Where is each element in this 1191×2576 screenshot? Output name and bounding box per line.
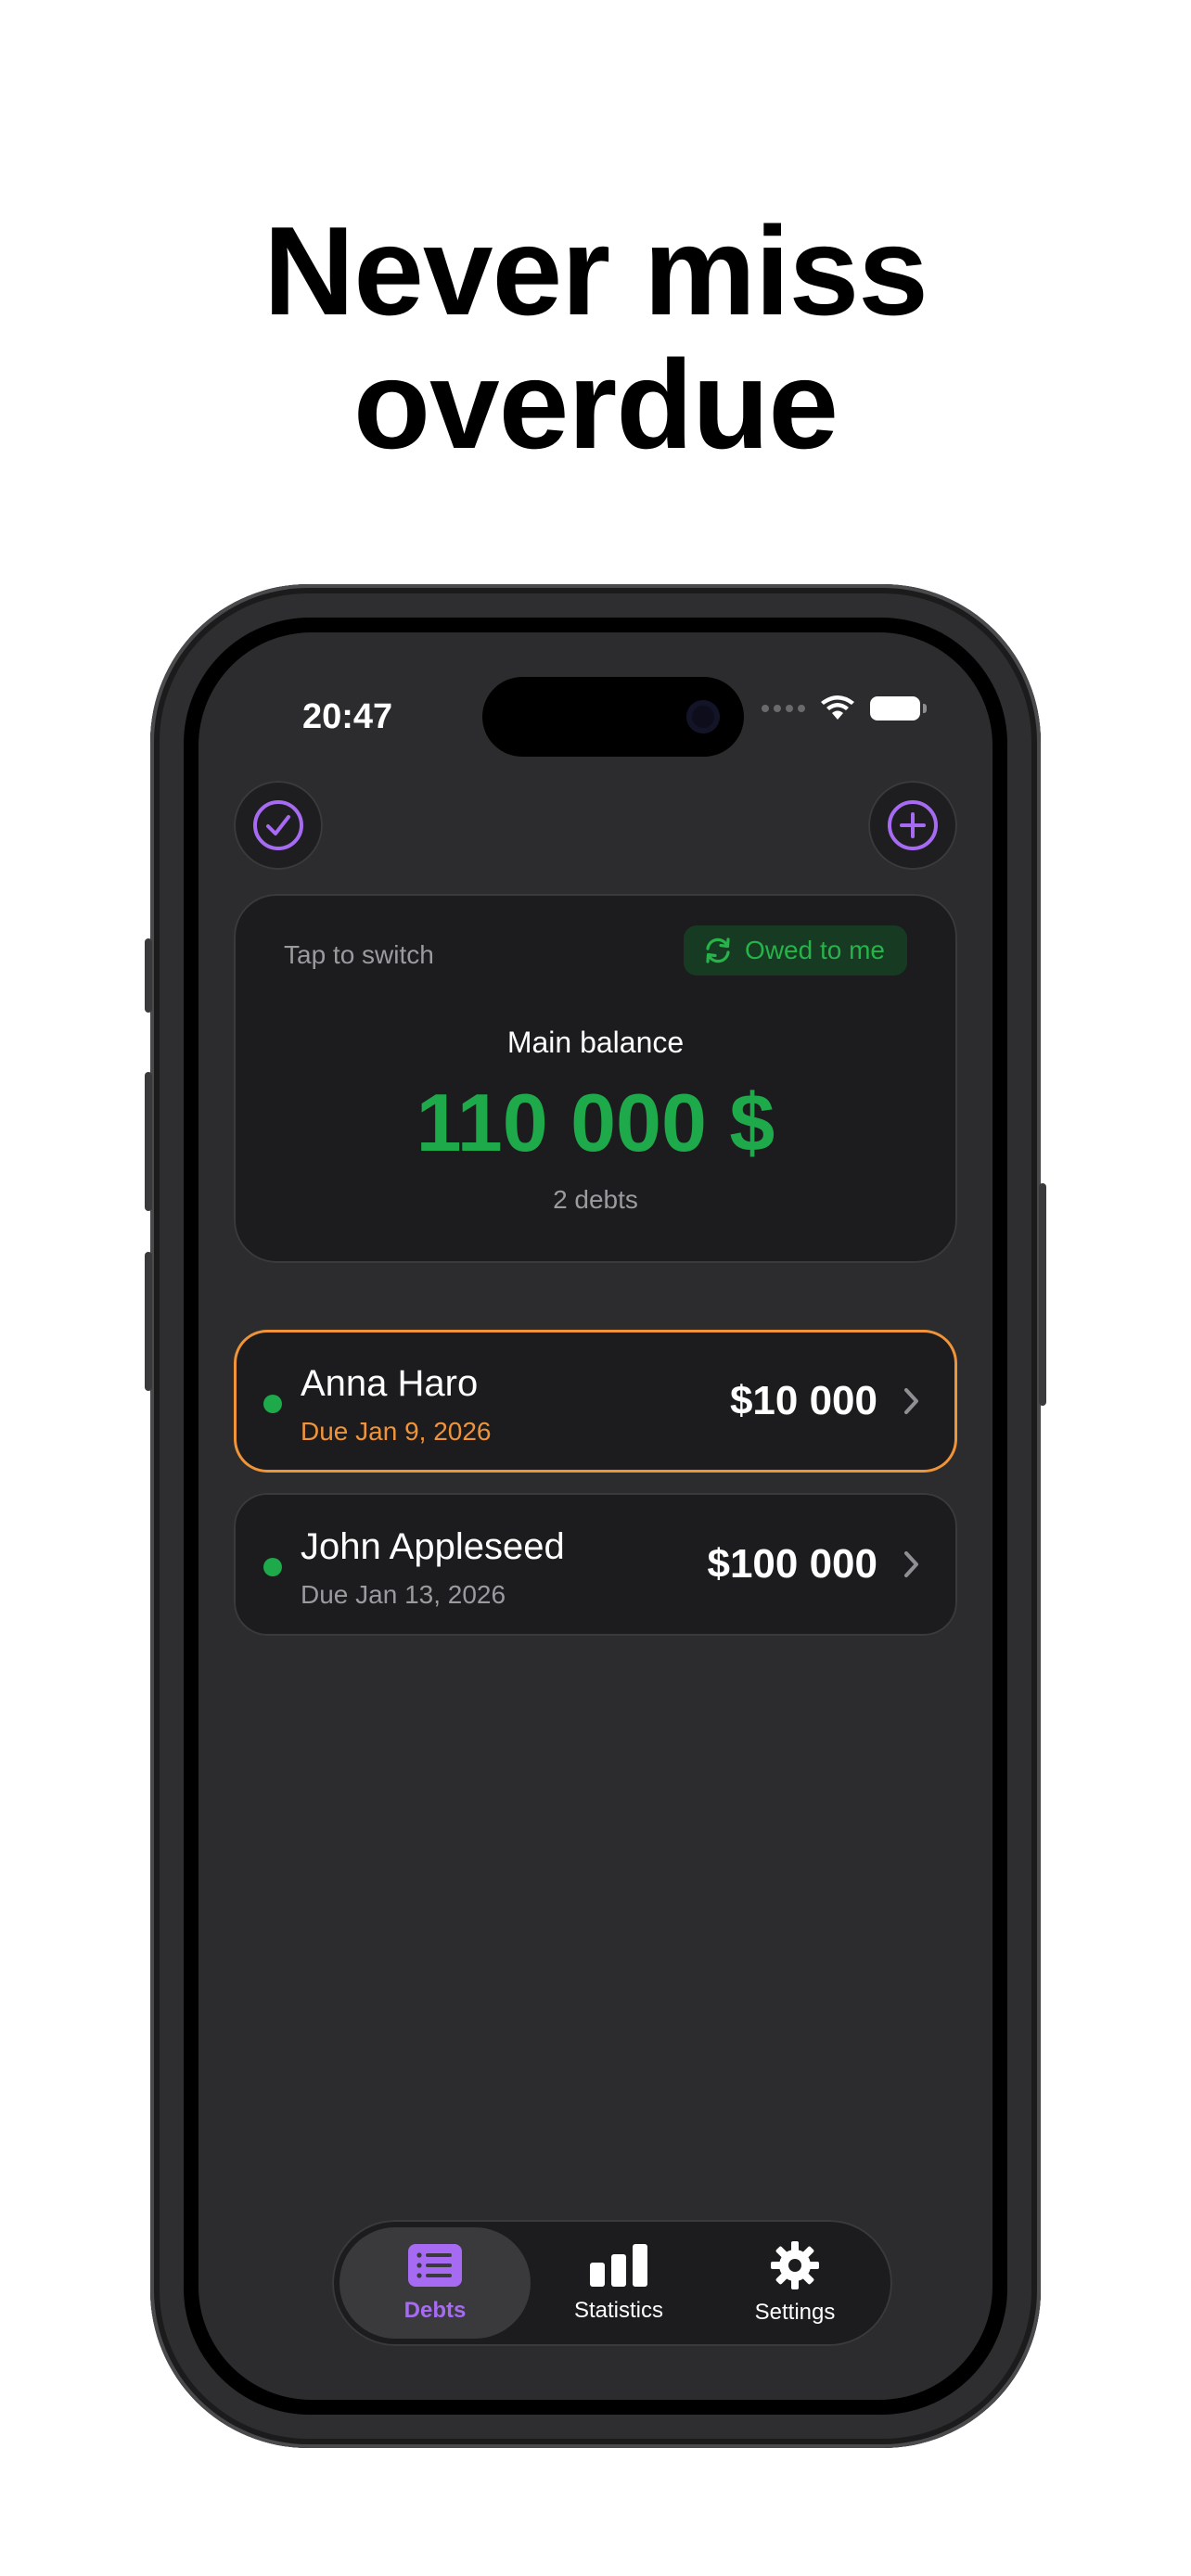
headline-line-1: Never miss bbox=[263, 200, 928, 341]
battery-icon bbox=[870, 696, 927, 721]
plus-circle-icon bbox=[888, 800, 938, 850]
status-icons bbox=[762, 695, 927, 721]
chevron-right-icon bbox=[904, 1388, 918, 1414]
headline-line-2: overdue bbox=[352, 334, 839, 475]
due-date: Due Jan 13, 2026 bbox=[301, 1580, 506, 1609]
gear-icon bbox=[771, 2241, 819, 2289]
tab-debts[interactable]: Debts bbox=[339, 2227, 531, 2339]
main-balance-title: Main balance bbox=[506, 1026, 685, 1059]
tab-settings-label: Settings bbox=[754, 2300, 836, 2325]
status-time: 20:47 bbox=[302, 697, 393, 736]
debt-row[interactable]: Anna Haro Due Jan 9, 2026 $10 000 bbox=[234, 1330, 957, 1473]
phone-frame: 20:47 Tap to switch Owed to me Main bala… bbox=[145, 584, 1046, 2448]
headline: Never miss overdue bbox=[0, 204, 1191, 471]
balance-mode-label: Owed to me bbox=[745, 936, 885, 964]
dynamic-island bbox=[482, 677, 744, 757]
due-date: Due Jan 9, 2026 bbox=[301, 1417, 492, 1446]
debtor-name: Anna Haro bbox=[301, 1363, 479, 1404]
wifi-icon bbox=[821, 695, 854, 720]
debtor-name: John Appleseed bbox=[301, 1526, 565, 1567]
tab-statistics-label: Statistics bbox=[573, 2298, 664, 2323]
tab-bar: Debts Statistics Settings bbox=[332, 2220, 892, 2346]
balance-mode-toggle[interactable]: Owed to me bbox=[684, 925, 907, 976]
bar-chart-icon bbox=[590, 2244, 647, 2287]
status-dot bbox=[263, 1395, 282, 1413]
debt-amount: $10 000 bbox=[729, 1378, 877, 1423]
debt-amount: $100 000 bbox=[707, 1541, 877, 1587]
tab-statistics[interactable]: Statistics bbox=[523, 2227, 714, 2339]
tab-settings[interactable]: Settings bbox=[699, 2227, 890, 2339]
debt-count: 2 debts bbox=[553, 1185, 638, 1214]
select-button[interactable] bbox=[234, 781, 323, 870]
checkmark-circle-icon bbox=[253, 800, 303, 850]
tab-debts-label: Debts bbox=[403, 2298, 467, 2323]
app-screen: 20:47 Tap to switch Owed to me Main bala… bbox=[198, 632, 992, 2400]
status-dot bbox=[263, 1558, 282, 1576]
volume-down-button bbox=[145, 1252, 152, 1391]
volume-up-button bbox=[145, 1072, 152, 1211]
refresh-icon bbox=[706, 937, 730, 963]
camera-icon bbox=[686, 700, 720, 733]
list-icon bbox=[408, 2244, 462, 2287]
add-debt-button[interactable] bbox=[868, 781, 957, 870]
main-balance-amount: 110 000 $ bbox=[416, 1077, 775, 1168]
chevron-right-icon bbox=[904, 1551, 918, 1577]
power-button bbox=[1039, 1183, 1046, 1406]
action-button bbox=[145, 938, 152, 1013]
tap-to-switch-hint: Tap to switch bbox=[284, 940, 434, 969]
cellular-signal-icon bbox=[762, 705, 805, 712]
phone-bezel: 20:47 Tap to switch Owed to me Main bala… bbox=[184, 618, 1007, 2415]
debt-row[interactable]: John Appleseed Due Jan 13, 2026 $100 000 bbox=[234, 1493, 957, 1636]
balance-card[interactable]: Tap to switch Owed to me Main balance 11… bbox=[234, 894, 957, 1263]
